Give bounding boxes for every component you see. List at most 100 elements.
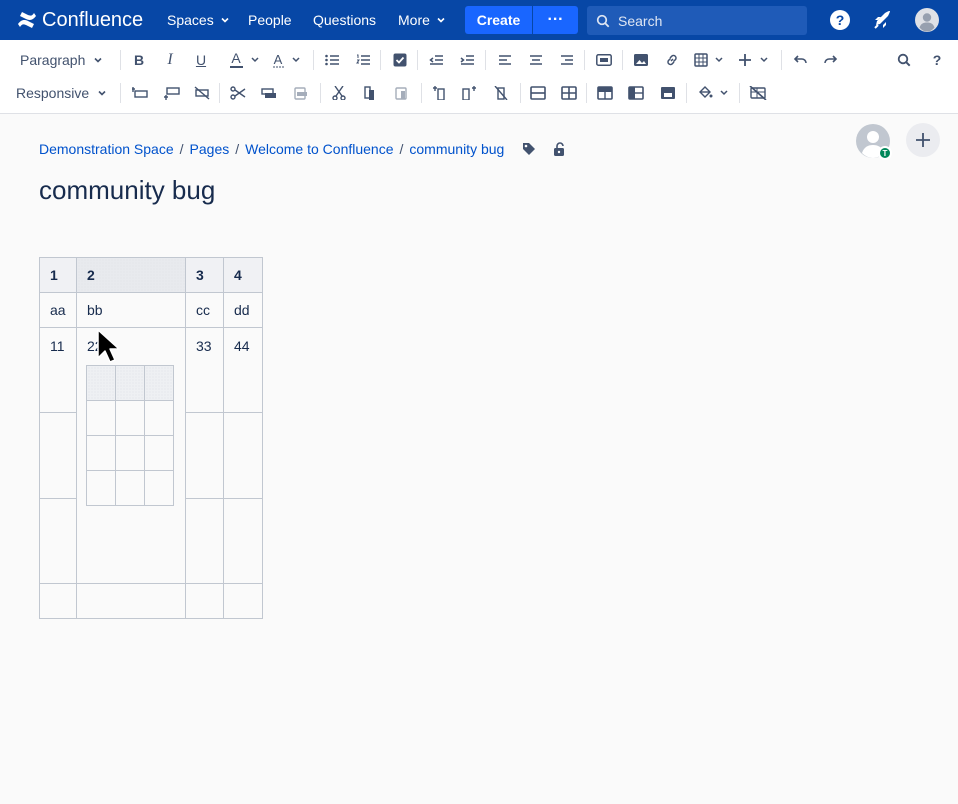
nested-table-cell[interactable] bbox=[144, 470, 174, 506]
nested-table-cell[interactable] bbox=[115, 470, 145, 506]
outdent-icon[interactable] bbox=[428, 48, 444, 72]
numbered-column-icon[interactable] bbox=[660, 81, 676, 105]
table-cell[interactable] bbox=[39, 412, 77, 499]
table-header-cell[interactable]: 2 bbox=[76, 257, 186, 293]
insert-column-after-icon[interactable] bbox=[462, 81, 478, 105]
table-cell[interactable] bbox=[223, 583, 263, 619]
toolbar-divider bbox=[586, 83, 587, 103]
breadcrumb-link-welcome[interactable]: Welcome to Confluence bbox=[245, 141, 393, 157]
table-cell[interactable]: 11 bbox=[39, 327, 77, 413]
nested-table-cell[interactable] bbox=[86, 470, 116, 506]
find-replace-icon[interactable] bbox=[896, 48, 912, 72]
nested-table-cell[interactable] bbox=[144, 400, 174, 436]
responsive-select[interactable]: Responsive bbox=[16, 81, 107, 105]
table-cell[interactable] bbox=[185, 412, 224, 499]
underline-icon[interactable]: U bbox=[193, 48, 209, 72]
paste-row-icon[interactable] bbox=[293, 81, 309, 105]
table-cell[interactable] bbox=[39, 583, 77, 619]
cut-row-icon[interactable] bbox=[230, 81, 246, 105]
redo-icon[interactable] bbox=[823, 48, 839, 72]
italic-icon[interactable]: I bbox=[162, 48, 178, 72]
copy-column-icon[interactable] bbox=[362, 81, 378, 105]
numbered-list-icon[interactable] bbox=[355, 48, 371, 72]
insert-row-after-icon[interactable] bbox=[164, 81, 180, 105]
merge-cells-icon[interactable] bbox=[530, 81, 546, 105]
indent-icon[interactable] bbox=[459, 48, 475, 72]
nested-table-cell[interactable] bbox=[86, 435, 116, 471]
search-placeholder: Search bbox=[618, 12, 663, 29]
nav-more[interactable]: More bbox=[398, 0, 446, 40]
table-cell[interactable]: dd bbox=[223, 292, 263, 328]
heading-row-icon[interactable] bbox=[597, 81, 613, 105]
breadcrumb-link-space[interactable]: Demonstration Space bbox=[39, 141, 174, 157]
unlock-icon[interactable] bbox=[552, 142, 566, 156]
undo-icon[interactable] bbox=[792, 48, 808, 72]
split-cell-icon[interactable] bbox=[561, 81, 577, 105]
bold-icon[interactable]: B bbox=[131, 48, 147, 72]
search-input[interactable]: Search bbox=[587, 6, 807, 35]
delete-table-icon[interactable] bbox=[749, 81, 767, 105]
bullet-list-icon[interactable] bbox=[324, 48, 340, 72]
insert-row-before-icon[interactable] bbox=[132, 81, 148, 105]
table-header-cell[interactable]: 3 bbox=[185, 257, 224, 293]
table-cell[interactable] bbox=[185, 583, 224, 619]
insert-more-icon[interactable] bbox=[739, 48, 773, 72]
copy-row-icon[interactable] bbox=[261, 81, 277, 105]
confluence-logo[interactable]: Confluence bbox=[17, 9, 143, 32]
profile-avatar[interactable] bbox=[915, 8, 939, 32]
notifications-icon[interactable] bbox=[871, 8, 895, 32]
table-cell[interactable]: aa bbox=[39, 292, 77, 328]
breadcrumb-link-current[interactable]: community bug bbox=[409, 141, 504, 157]
link-icon[interactable] bbox=[664, 48, 680, 72]
page-title[interactable]: community bug bbox=[39, 175, 215, 206]
table-header-cell[interactable]: 1 bbox=[39, 257, 77, 293]
table-cell[interactable] bbox=[185, 498, 224, 584]
breadcrumb-link-pages[interactable]: Pages bbox=[190, 141, 230, 157]
nav-people[interactable]: People bbox=[248, 0, 292, 40]
table-cell[interactable]: cc bbox=[185, 292, 224, 328]
align-center-icon[interactable] bbox=[528, 48, 544, 72]
help-icon[interactable]: ? bbox=[929, 48, 945, 72]
delete-row-icon[interactable] bbox=[194, 81, 210, 105]
align-left-icon[interactable] bbox=[497, 48, 513, 72]
page-layout-icon[interactable] bbox=[595, 48, 613, 72]
add-contributor-button[interactable] bbox=[906, 123, 940, 157]
logo-text: Confluence bbox=[42, 8, 144, 31]
create-more-button[interactable]: ··· bbox=[533, 6, 578, 34]
image-icon[interactable] bbox=[633, 48, 649, 72]
nested-table-cell[interactable] bbox=[86, 400, 116, 436]
table-cell[interactable]: 44 bbox=[223, 327, 263, 413]
table-icon[interactable] bbox=[694, 48, 726, 72]
insert-column-before-icon[interactable] bbox=[432, 81, 448, 105]
table-cell[interactable] bbox=[39, 498, 77, 584]
label-tag-icon[interactable] bbox=[522, 142, 536, 156]
delete-column-icon[interactable] bbox=[493, 81, 509, 105]
nav-spaces[interactable]: Spaces bbox=[167, 0, 230, 40]
table-cell[interactable]: bb bbox=[76, 292, 186, 328]
table-header-cell[interactable]: 4 bbox=[223, 257, 263, 293]
nested-table-cell[interactable] bbox=[115, 365, 145, 401]
help-icon[interactable]: ? bbox=[828, 8, 852, 32]
paste-column-icon[interactable] bbox=[394, 81, 410, 105]
cell-color-icon[interactable] bbox=[697, 81, 733, 105]
nested-table-cell[interactable] bbox=[144, 435, 174, 471]
nested-table-cell[interactable] bbox=[144, 365, 174, 401]
nav-questions[interactable]: Questions bbox=[313, 0, 376, 40]
create-button[interactable]: Create bbox=[465, 6, 532, 34]
nested-table-cell[interactable] bbox=[115, 400, 145, 436]
text-effects-icon[interactable]: A bbox=[270, 48, 304, 72]
paragraph-select-label: Paragraph bbox=[20, 52, 86, 68]
nested-table-cell[interactable] bbox=[115, 435, 145, 471]
top-navigation: Confluence Spaces People Questions More … bbox=[0, 0, 958, 40]
table-cell[interactable] bbox=[223, 412, 263, 499]
paragraph-select[interactable]: Paragraph bbox=[20, 48, 103, 72]
nested-table-cell[interactable] bbox=[86, 365, 116, 401]
table-cell[interactable]: 33 bbox=[185, 327, 224, 413]
task-icon[interactable] bbox=[392, 48, 408, 72]
table-cell[interactable] bbox=[76, 583, 186, 619]
heading-column-icon[interactable] bbox=[628, 81, 644, 105]
cut-column-icon[interactable] bbox=[331, 81, 347, 105]
text-color-icon[interactable]: A bbox=[228, 48, 262, 72]
table-cell[interactable] bbox=[223, 498, 263, 584]
align-right-icon[interactable] bbox=[559, 48, 575, 72]
